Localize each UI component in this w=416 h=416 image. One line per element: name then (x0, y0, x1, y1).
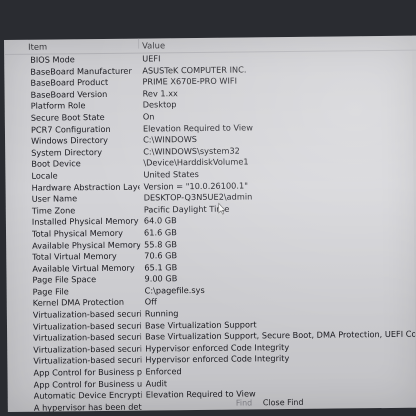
find-button[interactable]: Find (236, 398, 252, 407)
column-header-value[interactable]: Value (142, 40, 165, 50)
column-header-item[interactable]: Item (28, 42, 47, 52)
column-divider[interactable] (137, 38, 140, 49)
table-body: BIOS Mode UEFI BaseBoard Manufacturer ASUST… (4, 51, 416, 412)
mouse-pointer-icon (218, 202, 226, 215)
close-find-button[interactable]: Close Find (263, 398, 304, 407)
system-summary-panel: Item Value BIOS Mode UEFI BaseBoard Manufa… (4, 35, 416, 412)
